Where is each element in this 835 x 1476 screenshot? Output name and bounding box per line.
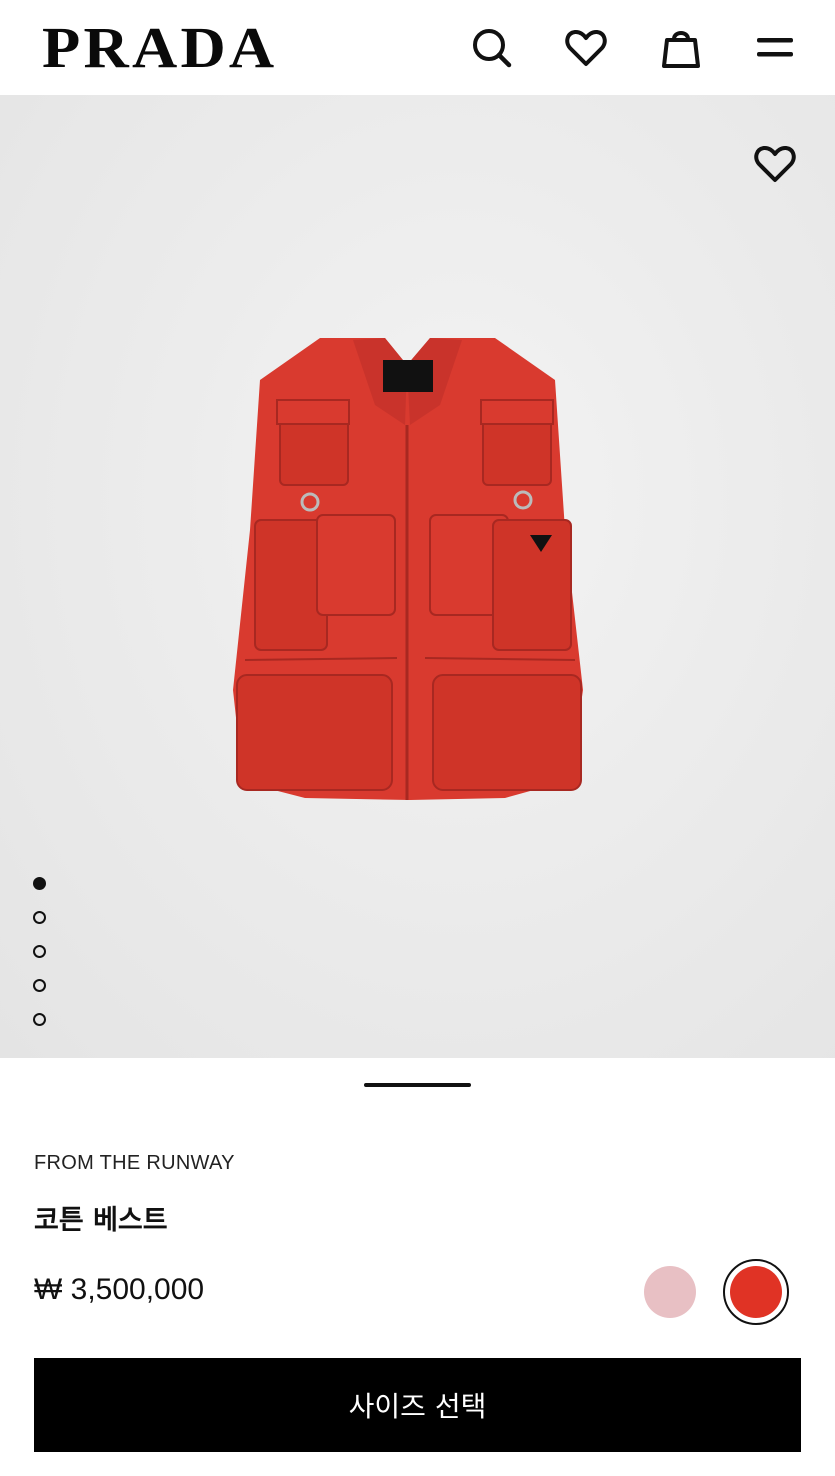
product-image-vest bbox=[233, 338, 583, 800]
color-swatch-pink[interactable] bbox=[644, 1266, 696, 1318]
brand-logo[interactable]: PRADA bbox=[42, 18, 277, 78]
product-price: ₩ 3,500,000 bbox=[34, 1273, 205, 1306]
product-image-gallery[interactable] bbox=[0, 95, 835, 1058]
add-to-wishlist-heart-icon[interactable] bbox=[750, 139, 800, 189]
gallery-dot[interactable] bbox=[33, 945, 46, 958]
gallery-dot[interactable] bbox=[33, 1013, 46, 1026]
select-size-button[interactable]: 사이즈 선택 bbox=[34, 1358, 801, 1452]
gallery-dot[interactable] bbox=[33, 877, 46, 890]
gallery-dot[interactable] bbox=[33, 911, 46, 924]
wishlist-heart-icon[interactable] bbox=[564, 26, 608, 70]
color-swatch-red-fill bbox=[730, 1266, 782, 1318]
gallery-pagination bbox=[33, 877, 49, 1047]
shopping-bag-icon[interactable] bbox=[659, 26, 703, 70]
color-swatch-red-selected[interactable] bbox=[723, 1259, 789, 1325]
sheet-drag-handle[interactable] bbox=[364, 1083, 471, 1087]
collection-label: FROM THE RUNWAY bbox=[34, 1152, 235, 1174]
search-icon[interactable] bbox=[470, 26, 514, 70]
menu-icon[interactable] bbox=[753, 26, 797, 70]
top-nav-bar: PRADA bbox=[0, 0, 835, 95]
product-name: 코튼 베스트 bbox=[34, 1205, 168, 1236]
gallery-dot[interactable] bbox=[33, 979, 46, 992]
